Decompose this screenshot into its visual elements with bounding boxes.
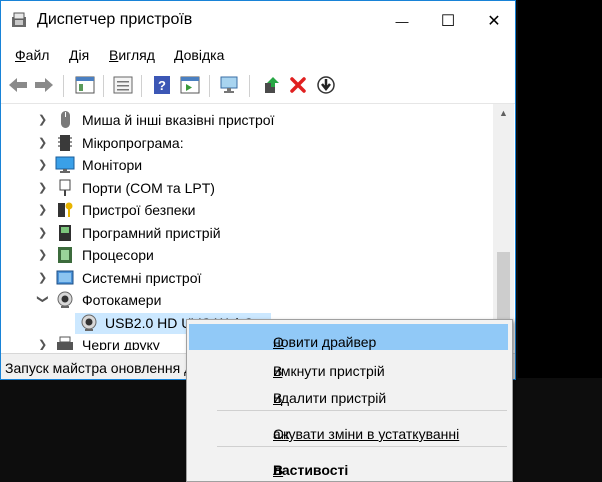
toolbar-separator: [209, 75, 210, 97]
menu-separator: [217, 446, 507, 447]
download-circle-icon: [317, 76, 335, 94]
action-pane-button[interactable]: [178, 73, 202, 97]
device-list-button[interactable]: [111, 73, 135, 97]
title-bar[interactable]: Диспетчер пристроїв — ☐ ✕: [1, 1, 515, 41]
scan-hardware-menu-item[interactable]: Ск анувати зміни в устаткуванні: [189, 416, 508, 442]
update-driver-icon: [265, 77, 279, 93]
tree-row-label: Системні пристрої: [82, 269, 202, 286]
firmware-chip-icon: [58, 134, 72, 151]
menu-file[interactable]: Файл: [15, 47, 49, 63]
tree-row-label: Програмний пристрій: [82, 224, 221, 241]
update-driver-button[interactable]: [259, 73, 283, 97]
chevron-right-icon[interactable]: ❯: [38, 136, 48, 149]
chevron-right-icon[interactable]: ❯: [38, 113, 48, 126]
camera-icon: [57, 291, 73, 308]
action-pane-icon: [180, 76, 200, 94]
chevron-right-icon[interactable]: ❯: [38, 338, 48, 350]
tree-row[interactable]: ❯ Миша й інші вказівні пристрої: [1, 109, 493, 132]
tree-row-label: Порти (COM та LPT): [82, 179, 215, 196]
chevron-right-icon[interactable]: ❯: [38, 203, 48, 216]
minimize-button[interactable]: —: [379, 1, 425, 41]
menu-action[interactable]: Дія: [69, 47, 89, 63]
enable-device-button[interactable]: [314, 73, 338, 97]
device-tree: ❯ Миша й інші вказівні пристрої ❯ Мікроп…: [1, 104, 493, 350]
webcam-icon: [81, 314, 97, 331]
scroll-up-icon[interactable]: ▲: [493, 104, 514, 121]
port-icon: [59, 179, 71, 196]
chevron-right-icon[interactable]: ❯: [38, 181, 48, 194]
help-icon: ?: [154, 76, 170, 94]
printer-icon: [57, 336, 73, 350]
chevron-down-icon[interactable]: ❯: [37, 295, 50, 305]
uninstall-x-icon: [290, 77, 306, 93]
minimize-icon: —: [395, 13, 409, 29]
properties-window-icon: [75, 76, 95, 94]
scan-hardware-button[interactable]: [218, 73, 242, 97]
disable-device-menu-item[interactable]: Вимкнути пристрій: [189, 353, 508, 379]
toolbar-separator: [103, 75, 104, 97]
tree-row[interactable]: ❯ Монітори: [1, 154, 493, 177]
update-driver-menu-item[interactable]: Оновити драйвер: [189, 324, 508, 350]
tree-row[interactable]: ❯ Фотокамери: [1, 289, 493, 312]
system-devices-icon: [56, 270, 74, 284]
forward-button[interactable]: [32, 73, 56, 97]
tree-row[interactable]: ❯ Пристрої безпеки: [1, 199, 493, 222]
tree-row-label: Миша й інші вказівні пристрої: [82, 112, 275, 128]
software-device-icon: [59, 224, 71, 241]
device-manager-app-icon: [12, 12, 26, 27]
tree-row-label: Монітори: [82, 157, 143, 173]
maximize-icon: ☐: [440, 13, 456, 30]
chevron-right-icon[interactable]: ❯: [38, 158, 48, 171]
help-button[interactable]: ?: [150, 73, 174, 97]
tree-row-label: Черги друку: [82, 337, 160, 350]
tree-row[interactable]: ❯ Процесори: [1, 244, 493, 267]
background-window: [518, 0, 602, 378]
vertical-scrollbar[interactable]: ▲: [493, 104, 514, 350]
menu-bar: Файл Дія Вигляд Довідка: [1, 41, 515, 68]
properties-button[interactable]: [73, 73, 97, 97]
toolbar: ?: [1, 69, 515, 104]
maximize-button[interactable]: ☐: [425, 1, 471, 41]
tree-row[interactable]: ❯ Системні пристрої: [1, 267, 493, 290]
uninstall-button[interactable]: [286, 73, 310, 97]
mouse-icon: [61, 111, 70, 128]
close-button[interactable]: ✕: [471, 1, 515, 41]
window-title: Диспетчер пристроїв: [37, 11, 193, 28]
monitor-icon: [55, 156, 75, 173]
tree-row-label: Фотокамери: [82, 292, 162, 308]
chevron-right-icon[interactable]: ❯: [38, 271, 48, 284]
tree-row[interactable]: ❯ Мікропрограма:: [1, 132, 493, 155]
tree-row-label: Процесори: [82, 247, 154, 263]
toolbar-separator: [63, 75, 64, 97]
back-arrow-icon: [9, 78, 27, 92]
device-list-icon: [113, 76, 133, 94]
svg-text:?: ?: [158, 78, 166, 93]
properties-menu-item[interactable]: Властивості: [189, 452, 508, 478]
close-icon: ✕: [487, 13, 501, 30]
toolbar-separator: [141, 75, 142, 97]
chevron-right-icon[interactable]: ❯: [38, 226, 48, 239]
menu-help[interactable]: Довідка: [174, 47, 224, 63]
menu-view[interactable]: Вигляд: [109, 47, 155, 63]
processor-icon: [58, 247, 72, 263]
forward-arrow-icon: [35, 78, 53, 92]
context-menu: Оновити драйвер Вимкнути пристрій Видали…: [186, 319, 513, 482]
back-button[interactable]: [6, 73, 30, 97]
uninstall-device-menu-item[interactable]: Видалити пристрій: [189, 380, 508, 406]
security-key-icon: [58, 202, 73, 217]
scan-monitor-icon: [220, 76, 238, 93]
menu-separator: [217, 410, 507, 411]
chevron-right-icon[interactable]: ❯: [38, 248, 48, 261]
tree-row-label: Мікропрограма:: [82, 134, 184, 151]
toolbar-separator: [249, 75, 250, 97]
tree-row[interactable]: ❯ Програмний пристрій: [1, 222, 493, 245]
tree-row[interactable]: ❯ Порти (COM та LPT): [1, 177, 493, 200]
tree-row-label: Пристрої безпеки: [82, 202, 196, 218]
